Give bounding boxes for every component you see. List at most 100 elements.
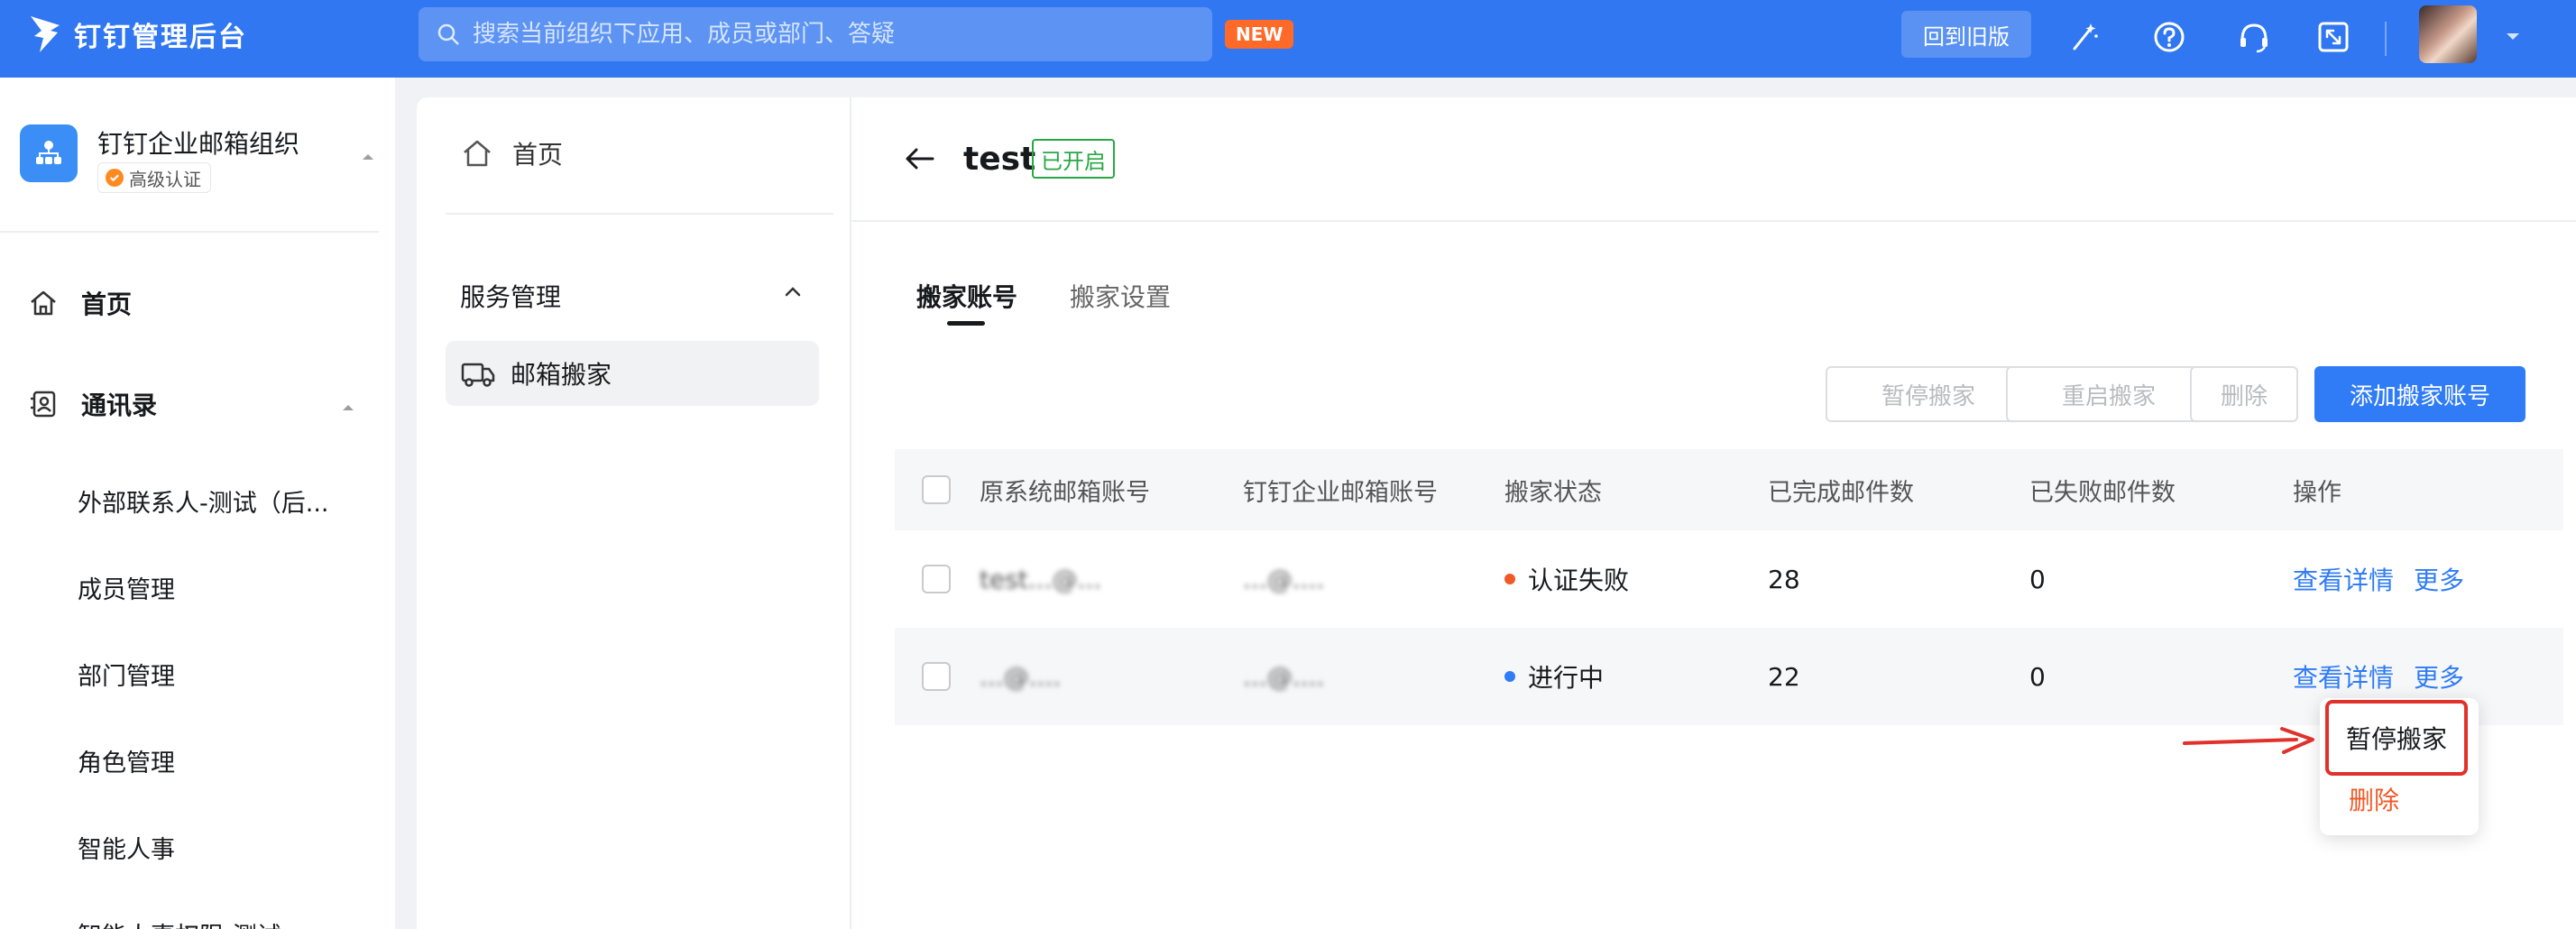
status-cell: 进行中	[1504, 628, 1604, 725]
actions-cell: 查看详情 更多	[2293, 530, 2464, 628]
back-to-old-version-button[interactable]: 回到旧版	[1901, 11, 2031, 58]
top-bar: 钉钉管理后台 NEW 回到旧版	[0, 0, 2576, 78]
add-migration-account-button[interactable]: 添加搬家账号	[2314, 366, 2525, 422]
global-search[interactable]	[419, 7, 1212, 61]
panel-home-label: 首页	[512, 140, 564, 170]
table-header: 原系统邮箱账号 钉钉企业邮箱账号 搬家状态 已完成邮件数 已失败邮件数 操作	[895, 449, 2563, 530]
header-failed: 已失败邮件数	[2029, 478, 2176, 507]
main-content: test 已开启 搬家账号 搬家设置 暂停搬家 重启搬家 删除 添加搬家账号 原…	[850, 97, 2576, 929]
completed-count: 22	[1768, 661, 1800, 692]
restart-migration-button[interactable]: 重启搬家	[2006, 366, 2212, 422]
source-account: ...@....	[980, 661, 1062, 692]
failed-count: 0	[2029, 661, 2046, 692]
more-actions-link[interactable]: 更多	[2414, 658, 2464, 694]
row-select-cell	[922, 530, 951, 628]
header-completed: 已完成邮件数	[1768, 478, 1914, 507]
row-select-cell	[922, 628, 951, 725]
back-arrow-icon[interactable]	[902, 141, 938, 177]
panel-home-link[interactable]: 首页	[460, 135, 563, 171]
active-tab-indicator	[947, 321, 985, 326]
magic-wand-button[interactable]	[2065, 18, 2103, 56]
service-management-section[interactable]: 服务管理	[460, 278, 561, 314]
truck-icon	[461, 363, 495, 387]
sidebar-item-member-management[interactable]: 成员管理	[78, 570, 175, 605]
header-divider	[851, 220, 2576, 222]
org-switcher[interactable]: 钉钉企业邮箱组织 高级认证	[20, 124, 299, 193]
sidebar-item-role-management[interactable]: 角色管理	[78, 743, 175, 778]
topbar-divider	[2385, 22, 2387, 56]
sidebar-item-external-contacts[interactable]: 外部联系人-测试（后...	[78, 483, 329, 519]
header-target-account: 钉钉企业邮箱账号	[1243, 478, 1438, 507]
row-checkbox[interactable]	[922, 565, 951, 593]
tab-migration-accounts[interactable]: 搬家账号	[916, 278, 1017, 314]
target-account: ...@....	[1243, 661, 1325, 692]
target-account: ...@....	[1243, 564, 1325, 594]
help-button[interactable]	[2150, 18, 2188, 56]
secondary-panel: 首页 服务管理 邮箱搬家	[417, 97, 850, 929]
contacts-icon	[31, 391, 56, 418]
panel-item-mail-migration[interactable]: 邮箱搬家	[446, 341, 819, 406]
panel-divider	[446, 213, 833, 215]
sidebar-item-department-management[interactable]: 部门管理	[78, 657, 175, 692]
failed-count: 0	[2029, 564, 2046, 594]
customer-service-button[interactable]	[2235, 18, 2273, 56]
search-icon	[437, 23, 459, 45]
status-badge: 已开启	[1032, 139, 1115, 179]
sidebar: 钉钉企业邮箱组织 高级认证 首页 通讯录 外部联系人-测试（后... 成员管理 …	[0, 78, 395, 929]
select-all-checkbox[interactable]	[922, 475, 951, 504]
certification-badge: 高级认证	[97, 162, 211, 193]
panel-item-label: 邮箱搬家	[511, 360, 612, 390]
home-icon	[464, 140, 491, 167]
chevron-up-icon[interactable]	[779, 278, 806, 305]
fullscreen-icon	[2318, 22, 2349, 52]
dropdown-pause-migration[interactable]: 暂停搬家	[2325, 700, 2468, 776]
sidebar-item-smart-hr-permissions[interactable]: 智能人事权限-测试	[78, 916, 281, 929]
sidebar-item-home[interactable]: 首页	[27, 285, 132, 321]
org-name: 钉钉企业邮箱组织	[97, 129, 300, 159]
page-title: test	[963, 141, 1036, 178]
more-actions-link[interactable]: 更多	[2414, 561, 2464, 597]
fullscreen-button[interactable]	[2314, 18, 2352, 56]
certification-label: 高级认证	[129, 168, 201, 190]
header-source-account: 原系统邮箱账号	[980, 478, 1150, 507]
status-cell: 认证失败	[1504, 530, 1629, 628]
table-row: test...@... ...@.... 认证失败 28 0 查看详情 更多	[895, 530, 2563, 628]
target-account-cell: ...@....	[1243, 628, 1324, 725]
sidebar-item-smart-hr[interactable]: 智能人事	[78, 830, 175, 865]
row-checkbox[interactable]	[922, 662, 951, 691]
source-account: test...@...	[980, 564, 1102, 594]
caret-up-icon[interactable]	[357, 146, 379, 168]
app-logo[interactable]: 钉钉管理后台	[27, 13, 247, 56]
home-icon	[31, 290, 56, 316]
app-title: 钉钉管理后台	[74, 22, 247, 53]
sidebar-item-contacts[interactable]: 通讯录	[27, 386, 157, 422]
status-text: 进行中	[1528, 663, 1605, 693]
source-account-cell: test...@...	[980, 530, 1101, 628]
search-input[interactable]	[473, 21, 1194, 48]
annotation-arrow-icon	[2183, 727, 2314, 754]
tab-migration-settings[interactable]: 搬家设置	[1070, 278, 1171, 314]
chevron-down-icon[interactable]	[2500, 23, 2525, 49]
select-all-cell	[922, 449, 951, 530]
dingtalk-logo-icon	[31, 16, 60, 52]
pause-migration-button[interactable]: 暂停搬家	[1826, 366, 2031, 422]
view-details-link[interactable]: 查看详情	[2293, 658, 2394, 694]
sidebar-item-label: 通讯录	[81, 391, 158, 420]
header-actions: 操作	[2293, 478, 2341, 507]
delete-button[interactable]: 删除	[2190, 366, 2298, 422]
status-dot	[1504, 671, 1515, 682]
table-row: ...@.... ...@.... 进行中 22 0 查看详情 更多	[895, 628, 2563, 725]
help-icon	[2154, 22, 2185, 52]
user-avatar[interactable]	[2419, 5, 2477, 63]
header-status: 搬家状态	[1504, 478, 1602, 507]
verified-icon	[106, 169, 124, 187]
dropdown-delete[interactable]: 删除	[2349, 781, 2399, 817]
sidebar-divider	[0, 231, 379, 233]
caret-up-icon[interactable]	[337, 397, 359, 419]
org-chart-icon	[36, 141, 61, 164]
status-text: 认证失败	[1528, 566, 1630, 595]
headset-icon	[2240, 23, 2268, 53]
magic-wand-icon	[2073, 23, 2098, 51]
source-account-cell: ...@....	[980, 628, 1061, 725]
view-details-link[interactable]: 查看详情	[2293, 561, 2394, 597]
